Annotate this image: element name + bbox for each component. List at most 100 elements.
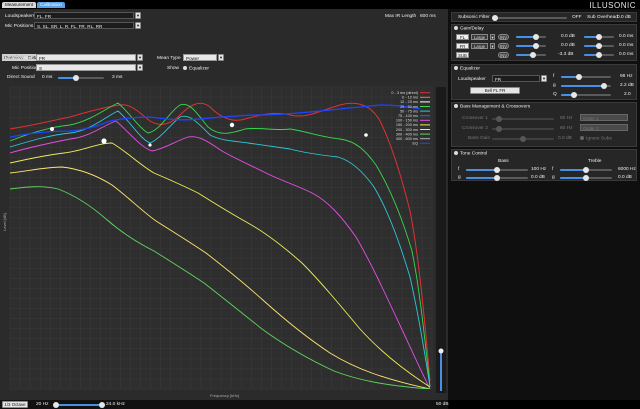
direct-sound-label: Direct Sound xyxy=(7,75,35,80)
bass-g-value: 0.0 dB xyxy=(531,175,545,180)
collapse-icon[interactable] xyxy=(454,151,458,155)
legend-item: 0 - 12 ms xyxy=(402,96,418,100)
crossover-1-knob[interactable] xyxy=(496,116,503,122)
invert-button[interactable]: INV xyxy=(498,43,509,49)
mic-positions-field[interactable]: S, SL, SR, L, R, FL, FR, RL, RR xyxy=(34,22,134,29)
invert-button[interactable]: INV xyxy=(498,52,509,58)
channel-label: FL xyxy=(456,34,469,40)
collapse-icon[interactable] xyxy=(454,66,458,70)
tab-calibration[interactable]: Calibration xyxy=(37,2,65,8)
direct-sound-slider[interactable] xyxy=(58,75,104,81)
gain-delay-row-fr: FR Large ▾ INV 0.0 dB 0.0 ms xyxy=(452,43,638,51)
gain-slider[interactable] xyxy=(516,43,546,49)
show-label: Show xyxy=(167,66,179,71)
mic-positions-label: Mic Positions xyxy=(5,24,34,29)
gain-delay-row-fl: FL Large ▾ INV 0.0 dB 0.0 ms xyxy=(452,34,638,42)
bass-g-slider[interactable] xyxy=(466,175,528,181)
delay-knob[interactable] xyxy=(596,34,602,40)
delay-knob[interactable] xyxy=(596,52,602,58)
size-dropdown-button[interactable]: ▾ xyxy=(490,43,495,49)
bottom-bar: 1/3 Octave 20 Hz 24.0 kHz 50 dB xyxy=(0,400,449,409)
bass-g-knob[interactable] xyxy=(494,175,500,181)
max-ir-value[interactable]: 600 ms xyxy=(420,14,436,19)
crossover-1-order-select[interactable]: Order 1 xyxy=(580,114,628,121)
gain-knob[interactable] xyxy=(532,34,539,40)
freq-range-slider[interactable] xyxy=(53,402,105,408)
loudspeaker-dropdown-button[interactable]: ▾ xyxy=(137,54,143,61)
eq-loudspeaker-dropdown-button[interactable]: ▾ xyxy=(541,75,547,82)
subsonic-knob[interactable] xyxy=(492,15,498,21)
gain-slider[interactable] xyxy=(516,52,546,58)
eq-param-q-value: 2.0 xyxy=(624,92,631,97)
invert-button[interactable]: INV xyxy=(498,34,509,40)
subsonic-slider[interactable] xyxy=(492,15,567,21)
main-panel: Loudspeakers FL, FR ▾ Mic Positions S, S… xyxy=(0,9,449,409)
range-slider-track xyxy=(436,87,446,393)
bass-f-slider[interactable] xyxy=(466,167,528,173)
eq-point[interactable] xyxy=(148,143,152,147)
freq-range-knob-low[interactable] xyxy=(53,402,59,408)
loudspeakers-field[interactable]: FL, FR xyxy=(34,12,134,19)
collapse-icon[interactable] xyxy=(454,104,458,108)
max-ir-label: Max IR Length xyxy=(385,14,417,19)
size-select[interactable]: Large xyxy=(471,43,488,49)
smoothing-select[interactable]: 1/3 Octave xyxy=(2,401,28,408)
bass-f-knob[interactable] xyxy=(494,167,500,173)
eq-param-f-knob[interactable] xyxy=(575,74,582,80)
show-equalizer-radio[interactable]: Equalizer xyxy=(183,66,209,72)
loudspeaker-select[interactable]: FR xyxy=(36,54,136,61)
treble-g-slider[interactable] xyxy=(560,175,612,181)
eq-param-f-slider[interactable] xyxy=(561,74,611,80)
crossover-2-slider[interactable] xyxy=(492,126,554,132)
eq-point[interactable] xyxy=(229,122,235,128)
mic-position-select[interactable]: S xyxy=(36,64,136,71)
eq-point[interactable] xyxy=(50,127,54,131)
bass-g-fill xyxy=(466,177,497,179)
bass-f-fill xyxy=(466,169,497,171)
delay-slider[interactable] xyxy=(584,52,614,58)
mic-position-dropdown-button[interactable]: ▾ xyxy=(137,64,143,71)
mean-type-dropdown-button[interactable]: ▾ xyxy=(218,54,224,61)
range-slider-knob[interactable] xyxy=(438,348,444,354)
mean-type-select[interactable]: Power xyxy=(183,54,217,61)
crossover-2-knob[interactable] xyxy=(496,126,503,132)
eq-point[interactable] xyxy=(101,138,107,144)
eq-param-g-slider[interactable] xyxy=(561,83,611,89)
gain-value: -3.3 dB xyxy=(558,52,574,57)
gain-knob[interactable] xyxy=(529,52,536,58)
treble-g-knob[interactable] xyxy=(583,175,589,181)
treble-f-key: f xyxy=(552,167,554,172)
waterfall-chart[interactable]: 0 - 3 ms (direct)0 - 12 ms12 - 25 ms25 -… xyxy=(0,81,448,400)
eq-param-q-slider[interactable] xyxy=(561,92,611,98)
crossover-1-slider[interactable] xyxy=(492,116,554,122)
eq-loudspeaker-select[interactable]: FR xyxy=(492,75,540,82)
mic-positions-dropdown-button[interactable]: ▾ xyxy=(135,22,141,29)
legend-item: 300 - 400 ms xyxy=(396,132,418,136)
bass-gain-slider[interactable] xyxy=(492,136,554,142)
bass-gain-knob[interactable] xyxy=(520,136,526,142)
treble-f-slider[interactable] xyxy=(560,167,612,173)
gain-delay-panel: Gain/Delay FL Large ▾ INV 0.0 dB 0.0 ms … xyxy=(451,24,637,61)
tab-measurement[interactable]: Measurement xyxy=(2,2,37,8)
size-dropdown-button[interactable]: ▾ xyxy=(490,34,495,40)
collapse-icon[interactable] xyxy=(454,26,458,30)
eq-param-g-value: 2.2 dB xyxy=(620,83,634,88)
loudspeakers-dropdown-button[interactable]: ▾ xyxy=(135,12,141,19)
freq-range-knob-high[interactable] xyxy=(99,402,105,408)
crossover-2-order-select[interactable]: Order 2 xyxy=(580,124,628,131)
delay-slider[interactable] xyxy=(584,43,614,49)
gain-slider[interactable] xyxy=(516,34,546,40)
eq-filter-button[interactable]: Bell FL FR xyxy=(470,87,520,94)
size-select[interactable]: Large xyxy=(471,34,488,40)
ignore-subs-checkbox[interactable]: Ignore Subs xyxy=(580,136,612,142)
delay-slider[interactable] xyxy=(584,34,614,40)
eq-param-g-knob[interactable] xyxy=(600,83,607,89)
eq-point[interactable] xyxy=(364,133,368,137)
eq-param-q-knob[interactable] xyxy=(570,92,577,98)
top-bar: Measurement Calibration ILLUSONIC xyxy=(0,0,640,10)
delay-knob[interactable] xyxy=(596,43,602,49)
treble-f-knob[interactable] xyxy=(583,167,589,173)
treble-section-label: Treble xyxy=(588,159,602,164)
crossover-2-label: Crossover 2 xyxy=(462,126,488,131)
gain-knob[interactable] xyxy=(532,43,539,49)
